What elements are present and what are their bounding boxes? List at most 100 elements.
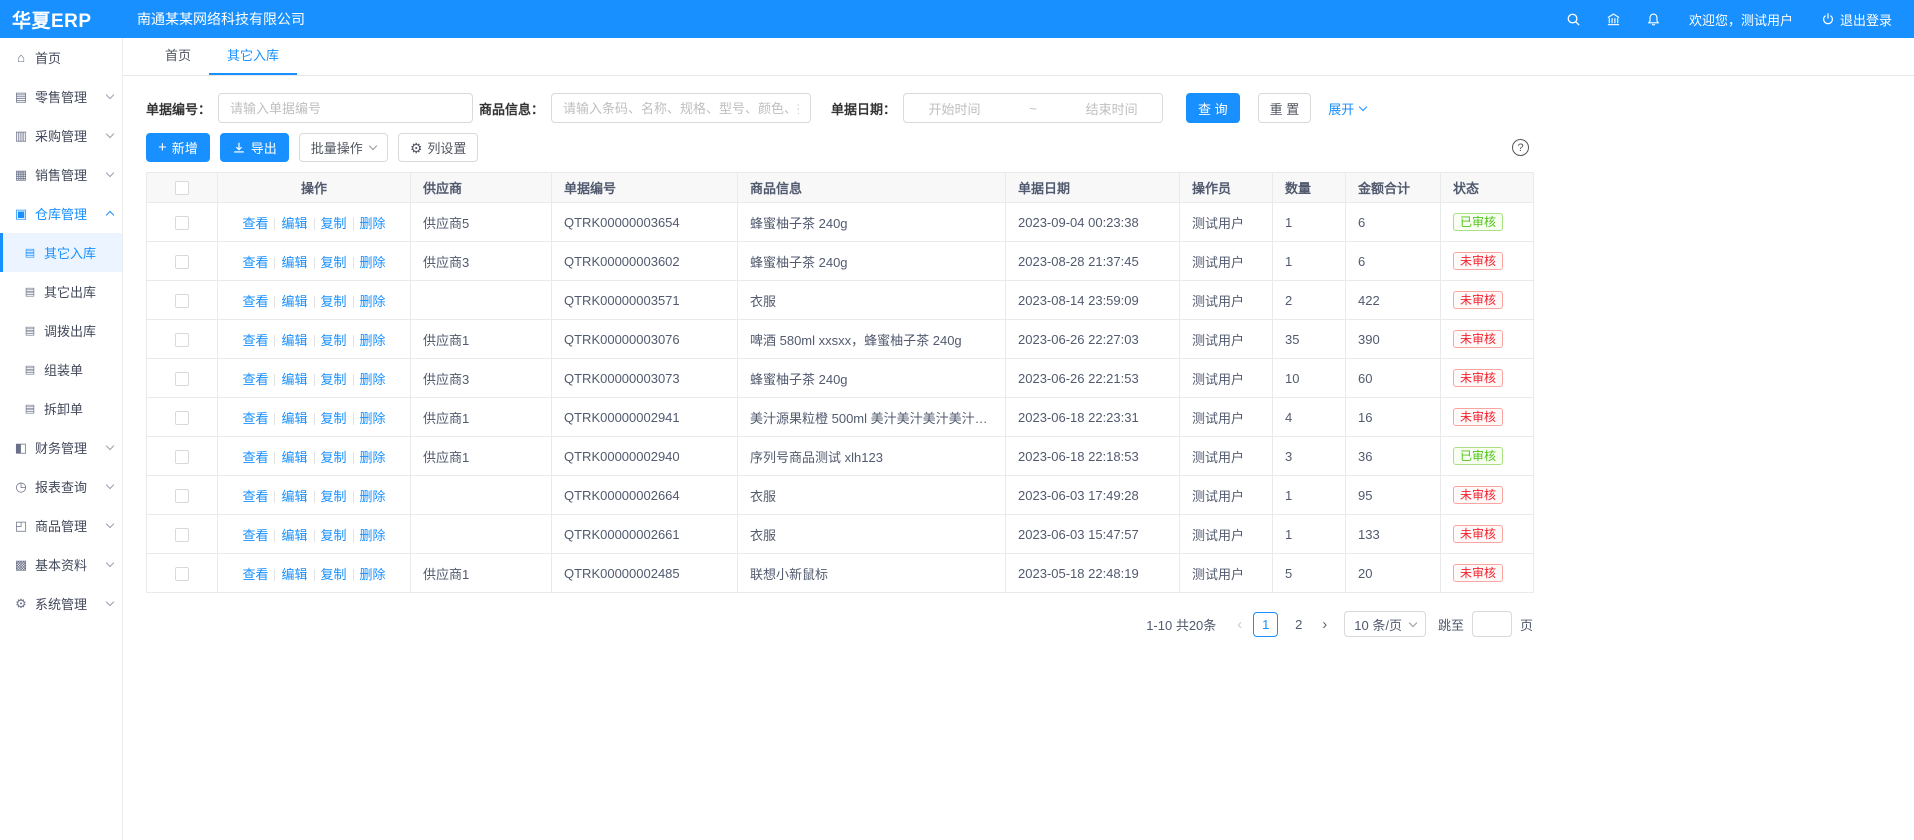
sidebar-subitem-disassembly[interactable]: ▤拆卸单 <box>0 389 122 428</box>
view-link[interactable]: 查看 <box>236 528 274 543</box>
qty-cell: 10 <box>1273 359 1346 398</box>
page-size-select[interactable]: 10 条/页 <box>1344 611 1426 637</box>
row-checkbox[interactable] <box>175 333 189 347</box>
chevron-down-icon <box>106 598 114 606</box>
content: 单据编号： 商品信息： 单据日期： 开始时间 ~ 结束时间 查 询 重 置 展开 <box>123 76 1914 637</box>
copy-link[interactable]: 复制 <box>315 528 353 543</box>
row-checkbox[interactable] <box>175 255 189 269</box>
view-link[interactable]: 查看 <box>236 567 274 582</box>
edit-link[interactable]: 编辑 <box>275 255 313 270</box>
sidebar-item-label: 采购管理 <box>35 126 87 145</box>
sidebar-subitem-other-inbound[interactable]: ▤其它入库 <box>0 233 122 272</box>
edit-link[interactable]: 编辑 <box>275 528 313 543</box>
bill-no-cell: QTRK00000002664 <box>552 476 738 515</box>
delete-link[interactable]: 删除 <box>354 411 392 426</box>
delete-link[interactable]: 删除 <box>354 216 392 231</box>
row-checkbox[interactable] <box>175 567 189 581</box>
sidebar-menu: ⌂首页▤零售管理▥采购管理▦销售管理▣仓库管理▤其它入库▤其它出库▤调拨出库▤组… <box>0 38 123 840</box>
edit-link[interactable]: 编辑 <box>275 489 313 504</box>
view-link[interactable]: 查看 <box>236 411 274 426</box>
delete-link[interactable]: 删除 <box>354 567 392 582</box>
view-link[interactable]: 查看 <box>236 333 274 348</box>
sidebar-item-report[interactable]: ◷报表查询 <box>0 467 122 506</box>
row-checkbox[interactable] <box>175 450 189 464</box>
view-link[interactable]: 查看 <box>236 255 274 270</box>
search-button[interactable]: 查 询 <box>1186 93 1240 123</box>
sidebar-item-home[interactable]: ⌂首页 <box>0 38 122 77</box>
edit-link[interactable]: 编辑 <box>275 294 313 309</box>
view-link[interactable]: 查看 <box>236 294 274 309</box>
tab-other-inbound[interactable]: 其它入库 <box>209 38 297 75</box>
copy-link[interactable]: 复制 <box>315 489 353 504</box>
date-cell: 2023-06-26 22:27:03 <box>1006 320 1180 359</box>
search-icon[interactable] <box>1565 10 1583 28</box>
bank-icon[interactable] <box>1605 10 1623 28</box>
delete-link[interactable]: 删除 <box>354 255 392 270</box>
edit-link[interactable]: 编辑 <box>275 567 313 582</box>
copy-link[interactable]: 复制 <box>315 216 353 231</box>
delete-link[interactable]: 删除 <box>354 372 392 387</box>
sidebar-item-retail[interactable]: ▤零售管理 <box>0 77 122 116</box>
report-icon: ◷ <box>13 479 29 495</box>
copy-link[interactable]: 复制 <box>315 372 353 387</box>
edit-link[interactable]: 编辑 <box>275 450 313 465</box>
sidebar-item-finance[interactable]: ◧财务管理 <box>0 428 122 467</box>
reset-button[interactable]: 重 置 <box>1258 93 1312 123</box>
delete-link[interactable]: 删除 <box>354 528 392 543</box>
sidebar-item-label: 商品管理 <box>35 516 87 535</box>
batch-actions-button[interactable]: 批量操作 <box>299 133 388 162</box>
status-badge: 未审核 <box>1453 291 1503 309</box>
column-settings-button[interactable]: ⚙ 列设置 <box>398 133 479 162</box>
row-checkbox[interactable] <box>175 528 189 542</box>
sidebar-item-warehouse[interactable]: ▣仓库管理 <box>0 194 122 233</box>
delete-link[interactable]: 删除 <box>354 450 392 465</box>
delete-link[interactable]: 删除 <box>354 333 392 348</box>
view-link[interactable]: 查看 <box>236 216 274 231</box>
bill-no-input[interactable] <box>218 93 473 123</box>
page-button-2[interactable]: 2 <box>1286 612 1311 637</box>
prev-page-button[interactable]: ‹ <box>1230 616 1249 633</box>
sidebar-subitem-other-outbound[interactable]: ▤其它出库 <box>0 272 122 311</box>
export-button[interactable]: 导出 <box>220 133 289 162</box>
view-link[interactable]: 查看 <box>236 450 274 465</box>
copy-link[interactable]: 复制 <box>315 255 353 270</box>
tab-home[interactable]: 首页 <box>147 38 209 75</box>
copy-link[interactable]: 复制 <box>315 567 353 582</box>
copy-link[interactable]: 复制 <box>315 450 353 465</box>
edit-link[interactable]: 编辑 <box>275 216 313 231</box>
edit-link[interactable]: 编辑 <box>275 372 313 387</box>
delete-link[interactable]: 删除 <box>354 294 392 309</box>
date-range-picker[interactable]: 开始时间 ~ 结束时间 <box>903 93 1163 123</box>
sidebar-item-goods[interactable]: ◰商品管理 <box>0 506 122 545</box>
view-link[interactable]: 查看 <box>236 489 274 504</box>
sidebar-item-system[interactable]: ⚙系统管理 <box>0 584 122 623</box>
row-checkbox[interactable] <box>175 489 189 503</box>
select-all-checkbox[interactable] <box>175 181 189 195</box>
add-button[interactable]: + 新增 <box>146 133 210 162</box>
bell-icon[interactable] <box>1645 10 1663 28</box>
edit-link[interactable]: 编辑 <box>275 333 313 348</box>
product-info-input[interactable] <box>551 93 811 123</box>
sidebar-item-sales[interactable]: ▦销售管理 <box>0 155 122 194</box>
sidebar-item-basic[interactable]: ▩基本资料 <box>0 545 122 584</box>
row-checkbox[interactable] <box>175 372 189 386</box>
logout-button[interactable]: 退出登录 <box>1821 10 1892 29</box>
edit-link[interactable]: 编辑 <box>275 411 313 426</box>
view-link[interactable]: 查看 <box>236 372 274 387</box>
sidebar-item-purchase[interactable]: ▥采购管理 <box>0 116 122 155</box>
welcome-text: 欢迎您，测试用户 <box>1689 10 1793 29</box>
sidebar-subitem-assembly[interactable]: ▤组装单 <box>0 350 122 389</box>
copy-link[interactable]: 复制 <box>315 411 353 426</box>
copy-link[interactable]: 复制 <box>315 294 353 309</box>
row-checkbox[interactable] <box>175 411 189 425</box>
jump-page-input[interactable] <box>1472 611 1512 637</box>
row-checkbox[interactable] <box>175 294 189 308</box>
delete-link[interactable]: 删除 <box>354 489 392 504</box>
next-page-button[interactable]: › <box>1315 616 1334 633</box>
copy-link[interactable]: 复制 <box>315 333 353 348</box>
row-checkbox[interactable] <box>175 216 189 230</box>
help-icon[interactable]: ? <box>1512 139 1529 156</box>
page-button-1[interactable]: 1 <box>1253 612 1278 637</box>
sidebar-subitem-transfer-outbound[interactable]: ▤调拨出库 <box>0 311 122 350</box>
expand-link[interactable]: 展开 <box>1328 99 1366 118</box>
